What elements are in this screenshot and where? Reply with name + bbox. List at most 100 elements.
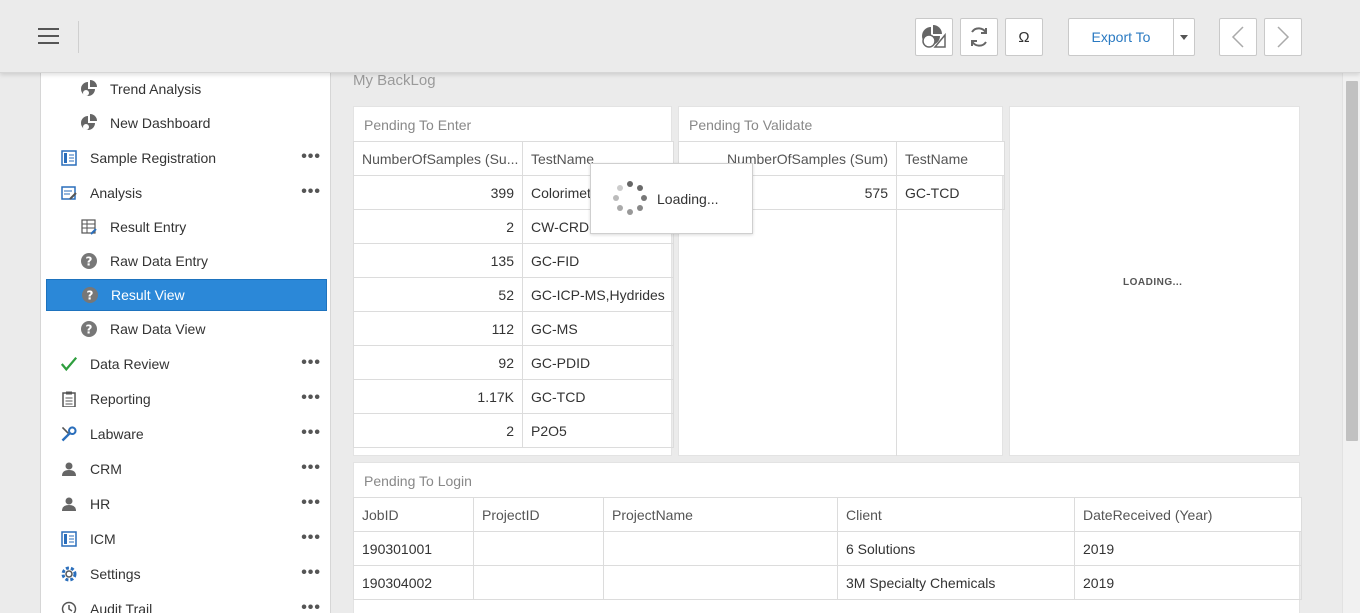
svg-text:?: ? [86, 255, 93, 269]
chevron-left-icon [1231, 26, 1244, 48]
table-cell: 135 [353, 243, 523, 278]
sidebar-item-label: HR [90, 496, 111, 512]
page-title: My BackLog [353, 73, 436, 89]
more-options-icon[interactable]: ••• [301, 460, 321, 476]
table-cell: 2 [353, 413, 523, 448]
person-icon [60, 495, 78, 513]
sidebar-item-label: Raw Data View [110, 321, 206, 337]
sidebar-item-raw-data-entry[interactable]: ? Raw Data Entry [46, 245, 327, 277]
wrench-icon [60, 425, 78, 443]
sidebar-item-label: Labware [90, 426, 144, 442]
table-row[interactable]: 1.17K GC-TCD [353, 379, 674, 414]
more-options-icon[interactable]: ••• [301, 184, 321, 200]
sidebar-item-label: Sample Registration [90, 150, 217, 166]
table-cell [473, 531, 604, 566]
more-options-icon[interactable]: ••• [301, 355, 321, 371]
sidebar-item-label: New Dashboard [110, 115, 211, 131]
table-cell: GC-PDID [522, 345, 674, 380]
table-cell: 1.17K [353, 379, 523, 414]
sidebar-item-sample-registration[interactable]: Sample Registration ••• [46, 142, 327, 174]
question-icon: ? [81, 286, 99, 304]
table-cell [603, 531, 838, 566]
column-header[interactable]: Client [837, 497, 1075, 532]
pie-chart-icon [80, 114, 98, 132]
loading-indicator: LOADING... [1123, 277, 1183, 288]
refresh-button[interactable] [960, 18, 998, 56]
sidebar-item-result-entry[interactable]: Result Entry [46, 211, 327, 243]
page-scrollbar[interactable] [1342, 73, 1360, 613]
more-options-icon[interactable]: ••• [301, 495, 321, 511]
more-options-icon[interactable]: ••• [301, 390, 321, 406]
export-to-label: Export To [1091, 29, 1151, 45]
more-options-icon[interactable]: ••• [301, 600, 321, 613]
chevron-down-icon [1180, 34, 1188, 40]
sidebar-item-audit-trail[interactable]: Audit Trail ••• [46, 593, 327, 613]
toolbar-divider [78, 21, 79, 53]
refresh-icon [971, 27, 987, 47]
sidebar-item-new-dashboard[interactable]: New Dashboard [46, 107, 327, 139]
column-header[interactable]: ProjectID [473, 497, 604, 532]
export-to-button[interactable]: Export To [1068, 18, 1174, 56]
dashboard-settings-icon [922, 25, 946, 48]
pending-to-login-table: JobID ProjectID ProjectName Client DateR… [353, 497, 1302, 600]
table-cell: GC-ICP-MS,Hydrides [522, 277, 674, 312]
table-cell: GC-TCD [522, 379, 674, 414]
pie-chart-icon [80, 80, 98, 98]
register-icon [60, 530, 78, 548]
sidebar-item-label: Analysis [90, 185, 143, 201]
table-row[interactable]: 135 GC-FID [353, 243, 674, 278]
table-cell: 190304002 [353, 565, 474, 600]
more-options-icon[interactable]: ••• [301, 565, 321, 581]
loading-popup: Loading... [590, 163, 753, 234]
previous-button[interactable] [1219, 18, 1257, 56]
more-options-icon[interactable]: ••• [301, 149, 321, 165]
more-options-icon[interactable]: ••• [301, 530, 321, 546]
table-cell: GC-FID [522, 243, 674, 278]
sidebar-item-analysis[interactable]: Analysis ••• [46, 177, 327, 209]
sidebar-item-label: Trend Analysis [110, 81, 202, 97]
table-cell: 6 Solutions [837, 531, 1075, 566]
analysis-icon [60, 184, 78, 202]
table-row[interactable]: 190301001 6 Solutions 2019 [353, 531, 1302, 566]
column-header[interactable]: ProjectName [603, 497, 838, 532]
sidebar-item-data-review[interactable]: Data Review ••• [46, 348, 327, 380]
sidebar-item-raw-data-view[interactable]: ? Raw Data View [46, 313, 327, 345]
hamburger-icon[interactable] [38, 28, 59, 45]
sidebar-item-label: Settings [90, 566, 141, 582]
table-row[interactable]: 190304002 3M Specialty Chemicals 2019 [353, 565, 1302, 600]
sidebar-item-label: Audit Trail [90, 601, 153, 613]
sidebar-item-reporting[interactable]: Reporting ••• [46, 383, 327, 415]
table-cell: 2019 [1074, 531, 1302, 566]
table-row[interactable]: 92 GC-PDID [353, 345, 674, 380]
column-header[interactable]: DateReceived (Year) [1074, 497, 1302, 532]
sidebar-item-labware[interactable]: Labware ••• [46, 418, 327, 450]
table-row[interactable]: 52 GC-ICP-MS,Hydrides [353, 277, 674, 312]
table-cell [603, 565, 838, 600]
column-header[interactable]: TestName [896, 141, 1005, 176]
sidebar-item-label: ICM [90, 531, 116, 547]
sidebar-item-icm[interactable]: ICM ••• [46, 523, 327, 555]
sidebar-item-label: Result Entry [110, 219, 187, 235]
dashboard-settings-button[interactable] [915, 18, 953, 56]
column-header[interactable]: JobID [353, 497, 474, 532]
omega-icon: Ω [1018, 28, 1030, 46]
spinner-icon [611, 180, 649, 218]
next-button[interactable] [1264, 18, 1302, 56]
omega-button[interactable]: Ω [1005, 18, 1043, 56]
sidebar-item-result-view[interactable]: ? Result View [46, 279, 327, 311]
scrollbar-thumb[interactable] [1346, 81, 1358, 441]
sidebar-item-settings[interactable]: Settings ••• [46, 558, 327, 590]
register-icon [60, 149, 78, 167]
gear-icon [60, 565, 78, 583]
sidebar-item-hr[interactable]: HR ••• [46, 488, 327, 520]
table-row[interactable]: 112 GC-MS [353, 311, 674, 346]
sidebar-item-crm[interactable]: CRM ••• [46, 453, 327, 485]
main-content: My BackLog Pending To Enter NumberOfSamp… [332, 73, 1342, 613]
sidebar-item-trend-analysis[interactable]: Trend Analysis [46, 73, 327, 105]
sidebar-item-label: Data Review [90, 356, 170, 372]
export-dropdown-button[interactable] [1173, 18, 1195, 56]
table-row[interactable]: 2 P2O5 [353, 413, 674, 448]
more-options-icon[interactable]: ••• [301, 425, 321, 441]
panel-title: Pending To Validate [689, 117, 813, 133]
column-header[interactable]: NumberOfSamples (Su... [353, 141, 523, 176]
